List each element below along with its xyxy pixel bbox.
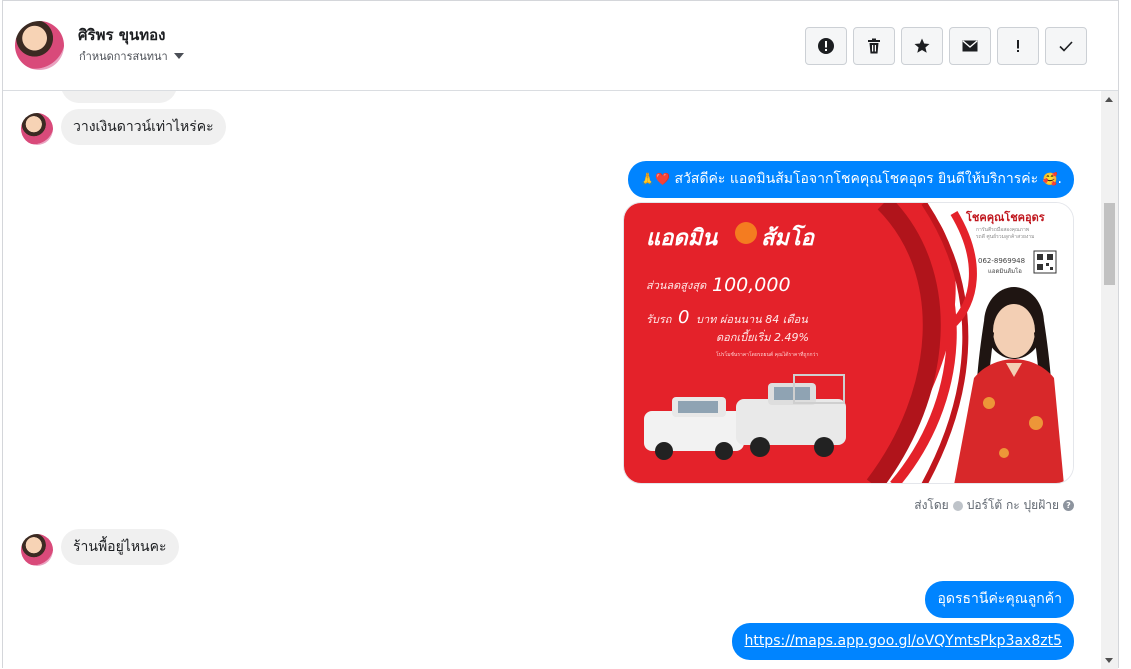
star-button[interactable] [901, 27, 943, 65]
promo-down-label: รับรถ [646, 313, 673, 326]
message-thread[interactable]: วางเงินดาวน์เท่าไหร่คะ 🙏❤️ สวัสดีค่ะ แอด… [3, 91, 1102, 669]
message-bubble-incoming[interactable]: ร้านพื้อยู่ไหนคะ [61, 529, 179, 565]
mark-done-button[interactable] [1045, 27, 1087, 65]
message-bubble-incoming-cut [61, 91, 177, 103]
star-icon [914, 38, 930, 53]
promo-down-value: 0 [678, 307, 689, 328]
message-bubble-link[interactable]: https://maps.app.goo.gl/oVQYmtsPkp3ax8zt… [732, 623, 1074, 660]
message-text: สวัสดีค่ะ แอดมินส้มโอจากโชคคุณโชคอุดร ยิ… [674, 171, 1039, 187]
assign-conversation-dropdown[interactable]: กำหนดการสนทนา [79, 47, 184, 65]
mark-unread-button[interactable] [949, 27, 991, 65]
delete-button[interactable] [853, 27, 895, 65]
contact-avatar[interactable] [15, 21, 64, 70]
page-avatar-icon [952, 500, 963, 511]
important-button[interactable] [997, 27, 1039, 65]
thread-scrollbar[interactable] [1101, 91, 1118, 669]
sender-avatar[interactable] [21, 534, 53, 566]
promo-down-rest: บาท ผ่อนนาน 84 เดือน [696, 313, 808, 326]
trash-icon [868, 38, 880, 54]
message-end: . [1057, 171, 1062, 187]
sent-by-prefix: ส่งโดย [914, 498, 949, 512]
mail-icon [962, 40, 978, 52]
message-bubble-incoming[interactable]: วางเงินดาวน์เท่าไหร่คะ [61, 109, 226, 145]
spam-button[interactable] [805, 27, 847, 65]
exclamation-icon [1017, 40, 1019, 52]
emoji-prefix: 🙏❤️ [640, 172, 671, 186]
promo-discount-label: ส่วนลดสูงสุด [646, 279, 707, 292]
scroll-up-arrow-icon[interactable] [1105, 97, 1113, 102]
scroll-down-arrow-icon[interactable] [1105, 658, 1113, 663]
promo-brand: แอดมิน [646, 226, 718, 251]
sender-avatar[interactable] [21, 113, 53, 145]
promo-brand-2: ส้มโอ [761, 224, 816, 251]
promo-phone-label: แอดมินส้มโอ [988, 267, 1022, 275]
message-bubble-outgoing[interactable]: 🙏❤️ สวัสดีค่ะ แอดมินส้มโอจากโชคคุณโชคอุด… [628, 161, 1074, 198]
conversation-header: ศิริพร ขุนทอง กำหนดการสนทนา [3, 1, 1118, 91]
map-link[interactable]: https://maps.app.goo.gl/oVQYmtsPkp3ax8zt… [744, 633, 1062, 649]
promo-image[interactable]: แอดมิน ส้มโอ ส่วนลดสูงสุด 100,000 รับรถ … [623, 202, 1074, 484]
promo-fine-print: โปรโมชั่นราคาโดยรถยนต์ คุณได้ราคาที่ถูกก… [716, 351, 818, 358]
message-bubble-outgoing[interactable]: อุดรธานีค่ะคุณลูกค้า [925, 581, 1074, 618]
promo-phone: 062-8969948 [978, 257, 1025, 265]
orange-icon [735, 222, 757, 244]
promo-shop-sub-2: รถดี ศูนย์รวมลูกค้าสวยงาม [976, 233, 1034, 240]
check-icon [1059, 41, 1073, 52]
contact-name[interactable]: ศิริพร ขุนทอง [78, 23, 165, 47]
assign-label: กำหนดการสนทนา [79, 50, 168, 63]
promo-artwork: แอดมิน ส้มโอ ส่วนลดสูงสุด 100,000 รับรถ … [624, 203, 1073, 483]
conversation-toolbar [805, 27, 1087, 65]
scrollbar-thumb[interactable] [1104, 203, 1115, 285]
promo-shop-sub: การันตีรถมือสองคุณภาพ [976, 226, 1029, 233]
sent-by-name[interactable]: ปอร์โต้ กะ ปุยฝ้าย [967, 496, 1059, 515]
promo-interest: ดอกเบี้ยเริ่ม 2.49% [716, 329, 809, 344]
help-icon[interactable]: ? [1063, 500, 1074, 511]
chevron-down-icon [173, 53, 184, 59]
promo-discount-value: 100,000 [712, 274, 791, 296]
conversation-panel: ศิริพร ขุนทอง กำหนดการสนทนา วางเงินดาวน์… [2, 0, 1119, 669]
emoji-suffix: 🥰 [1042, 172, 1058, 186]
alert-circle-icon [818, 38, 834, 54]
sent-by-line: ส่งโดย ปอร์โต้ กะ ปุยฝ้าย ? [914, 496, 1074, 515]
promo-shop-name: โชคคุณโชคอุดร [965, 210, 1045, 225]
